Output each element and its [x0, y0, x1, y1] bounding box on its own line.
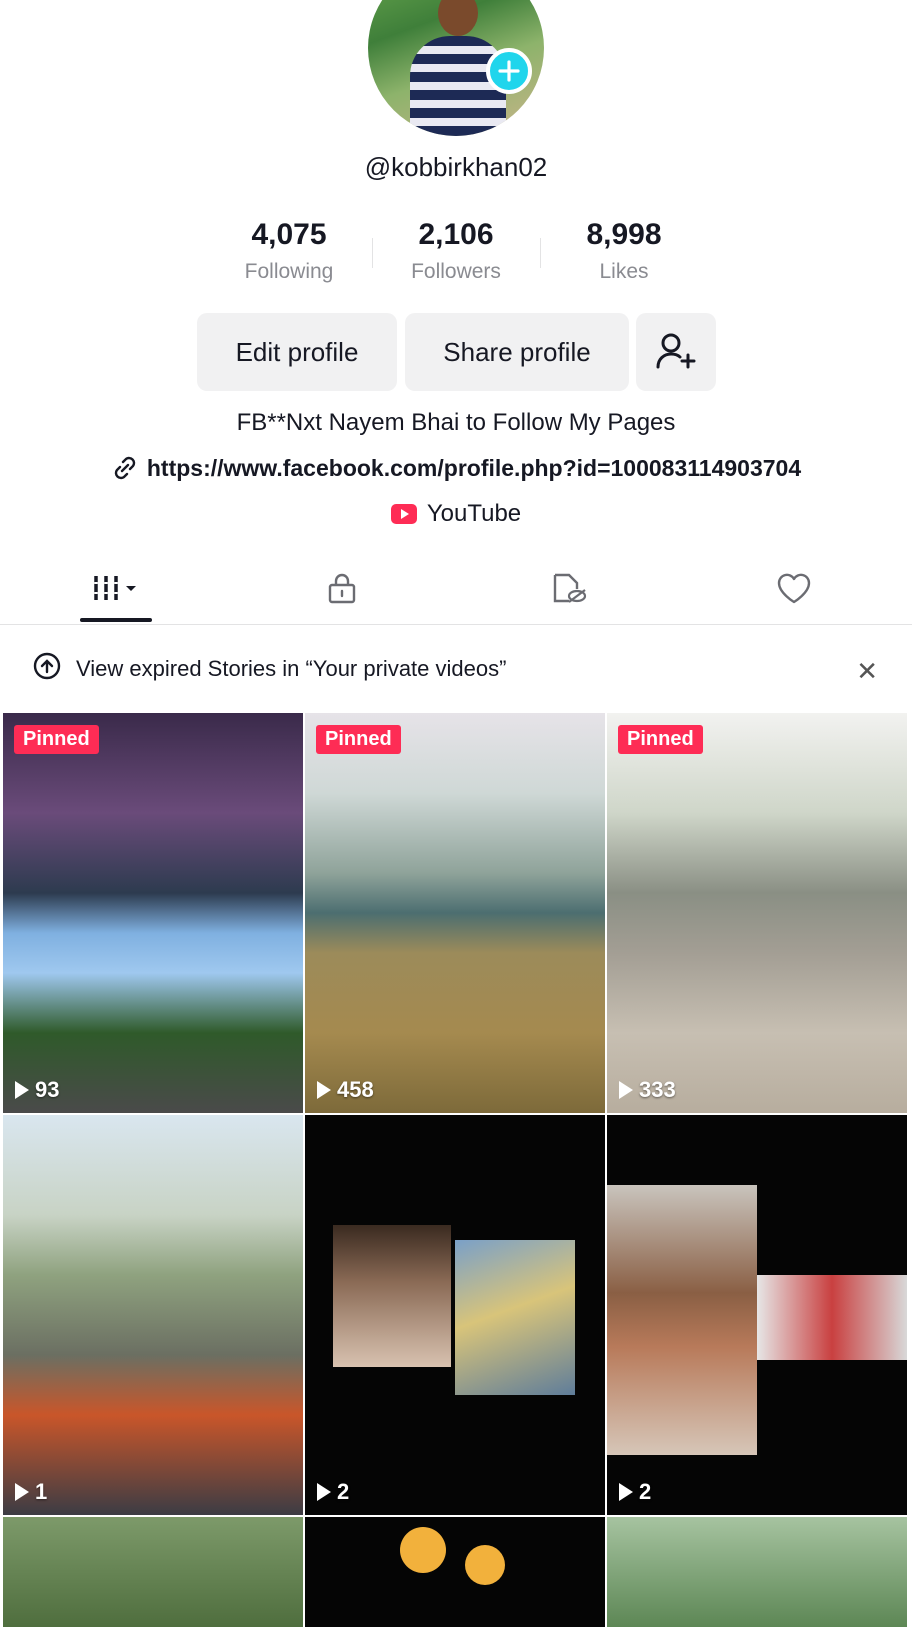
tab-selected-indicator: [80, 618, 152, 622]
tab-reposts[interactable]: [508, 552, 628, 624]
hidden-video-icon: [553, 573, 587, 603]
view-count: 458: [317, 1077, 374, 1103]
tab-liked[interactable]: [734, 552, 854, 624]
close-icon[interactable]: ✕: [856, 656, 878, 687]
likes-count: 8,998: [586, 218, 662, 251]
video-thumbnail[interactable]: [607, 1517, 907, 1627]
play-icon: [619, 1483, 633, 1501]
followers-count: 2,106: [418, 218, 494, 251]
video-thumbnail[interactable]: 1: [3, 1115, 303, 1515]
video-thumbnail[interactable]: 2: [305, 1115, 605, 1515]
view-count: 333: [619, 1077, 676, 1103]
bio-link[interactable]: https://www.facebook.com/profile.php?id=…: [0, 454, 912, 482]
view-count: 2: [619, 1479, 651, 1505]
youtube-label: YouTube: [426, 500, 522, 527]
stat-likes[interactable]: 8,998 Likes: [539, 218, 709, 284]
profile-avatar[interactable]: [368, 0, 544, 136]
youtube-link[interactable]: YouTube: [0, 500, 912, 528]
tab-private[interactable]: [282, 552, 402, 624]
username: @kobbirkhan02: [364, 152, 548, 182]
lock-icon: [328, 573, 356, 604]
profile-tabs: [0, 552, 912, 625]
pinned-badge: Pinned: [316, 725, 401, 754]
share-profile-button[interactable]: Share profile: [405, 313, 629, 391]
play-icon: [15, 1081, 29, 1099]
expired-stories-notice[interactable]: View expired Stories in “Your private vi…: [0, 636, 912, 702]
pinned-badge: Pinned: [618, 725, 703, 754]
play-icon: [317, 1483, 331, 1501]
add-user-icon: [656, 333, 696, 369]
edit-profile-button[interactable]: Edit profile: [197, 313, 397, 391]
likes-label: Likes: [599, 260, 649, 283]
video-thumbnail[interactable]: Pinned 93: [3, 713, 303, 1113]
add-friends-button[interactable]: [636, 313, 716, 391]
bio-link-text: https://www.facebook.com/profile.php?id=…: [146, 454, 802, 481]
grid-icon: [94, 576, 136, 600]
video-thumbnail[interactable]: Pinned 333: [607, 713, 907, 1113]
play-icon: [317, 1081, 331, 1099]
youtube-icon: [390, 504, 417, 524]
play-icon: [619, 1081, 633, 1099]
stat-followers[interactable]: 2,106 Followers: [371, 218, 541, 284]
video-thumbnail[interactable]: [305, 1517, 605, 1627]
heart-icon: [777, 573, 811, 604]
add-story-plus-icon[interactable]: [486, 48, 532, 94]
stat-following[interactable]: 4,075 Following: [204, 218, 374, 284]
profile-bio: FB**Nxt Nayem Bhai to Follow My Pages: [236, 409, 676, 436]
notice-text: View expired Stories in “Your private vi…: [76, 656, 507, 681]
video-thumbnail[interactable]: [3, 1517, 303, 1627]
video-thumbnail[interactable]: Pinned 458: [305, 713, 605, 1113]
pinned-badge: Pinned: [14, 725, 99, 754]
following-label: Following: [244, 260, 334, 283]
view-count: 2: [317, 1479, 349, 1505]
view-count: 93: [15, 1077, 59, 1103]
link-icon: [114, 456, 136, 480]
tab-videos[interactable]: [56, 552, 176, 624]
view-count: 1: [15, 1479, 47, 1505]
play-icon: [15, 1483, 29, 1501]
video-thumbnail[interactable]: 2: [607, 1115, 907, 1515]
followers-label: Followers: [411, 260, 501, 283]
upload-cloud-icon: [32, 651, 62, 687]
following-count: 4,075: [251, 218, 327, 251]
